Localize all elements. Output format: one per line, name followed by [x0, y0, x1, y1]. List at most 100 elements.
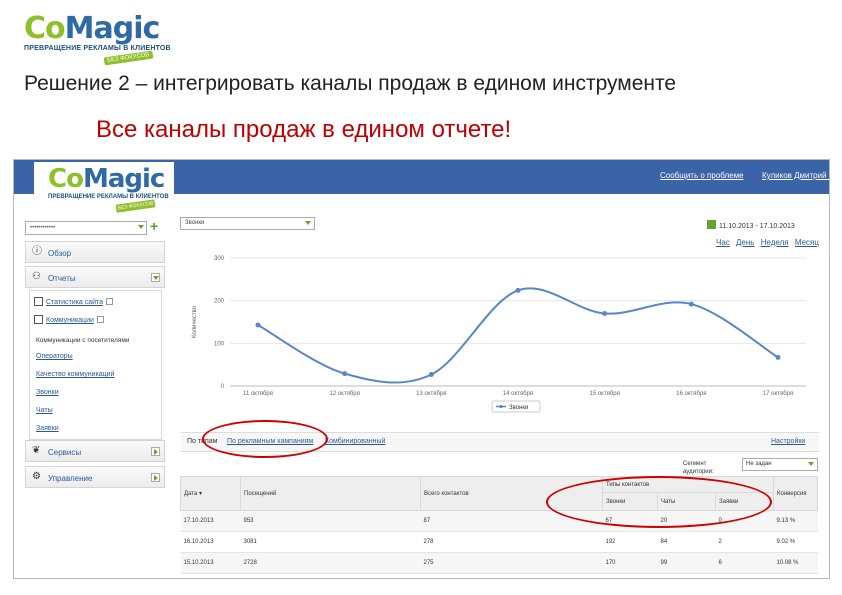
data-point — [428, 371, 434, 377]
date-range-picker[interactable]: 11.10.2013 - 17.10.2013 — [707, 220, 795, 230]
segment-label: Сегмент аудитории: — [683, 460, 714, 476]
submenu-link-chats[interactable]: Чаты — [36, 407, 53, 414]
data-point — [515, 287, 521, 293]
sidebar-item-label: Сервисы — [48, 448, 82, 457]
submenu-link-requests[interactable]: Заявки — [36, 425, 59, 432]
settings-link[interactable]: Настройки — [771, 438, 805, 445]
cell-chats: 20 — [657, 510, 716, 532]
logo-magic: Magic — [64, 11, 161, 46]
metric-select[interactable]: Звонки — [180, 217, 315, 230]
tab-combined[interactable]: Комбинированный — [325, 438, 385, 445]
submenu-site-stats[interactable]: Статистика сайта — [34, 297, 114, 306]
report-problem-link[interactable]: Сообщить о проблеме — [660, 171, 744, 180]
x-tick-label: 11 октября — [243, 391, 273, 397]
user-menu[interactable]: Куликов Дмитрий ▾ — [762, 171, 829, 180]
slide-subtitle: Все каналы продаж в едином отчете! — [96, 116, 512, 143]
col-contact-types: Типы контактов — [602, 476, 774, 493]
slide-logo: CoMagic ПРЕВРАЩЕНИЕ РЕКЛАМЫ В КЛИЕНТОВ Б… — [24, 11, 171, 66]
cell-conversion: 9.02 % — [773, 531, 818, 553]
segment-label-line2: аудитории: — [683, 469, 714, 475]
col-conversion[interactable]: Конверсия — [773, 476, 818, 511]
submenu-link-calls[interactable]: Звонки — [36, 389, 59, 396]
sidebar-item-overview[interactable]: ⓘ Обзор — [25, 241, 165, 263]
y-tick-label: 300 — [214, 256, 225, 262]
reports-submenu: Статистика сайта Коммуникации Коммуникац… — [29, 290, 162, 440]
report-tabs: По типам По рекламным кампаниям Комбинир… — [181, 432, 819, 452]
logo-badge: БЕЗ ФОКУСОВ — [103, 50, 153, 66]
chevron-right-icon[interactable] — [106, 298, 114, 305]
x-tick-label: 15 октября — [590, 391, 620, 397]
cell-conversion: 9.13 % — [773, 510, 818, 532]
cell-total: 275 — [420, 552, 603, 574]
cell-date: 15.10.2013 — [180, 552, 241, 574]
col-calls[interactable]: Звонки — [602, 492, 658, 511]
x-tick-label: 12 октября — [330, 391, 360, 397]
chevron-down-icon — [305, 221, 311, 225]
chevron-right-icon[interactable] — [151, 447, 160, 456]
chevron-down-icon — [808, 462, 814, 466]
cell-date: 16.10.2013 — [180, 531, 241, 553]
col-total-contacts[interactable]: Всего контактов — [420, 476, 603, 511]
report-table: Дата ▾ Посещений Всего контактов Типы ко… — [180, 476, 818, 574]
cell-date: 17.10.2013 — [180, 510, 241, 532]
segment-select-value: Не задан — [746, 461, 772, 467]
sidebar-item-label: Управление — [48, 474, 93, 483]
sidebar-item-reports[interactable]: ⚇ Отчеты — [25, 266, 165, 288]
sidebar: •••••••••••• + ⓘ Обзор ⚇ Отчеты Статисти… — [25, 216, 165, 496]
period-month[interactable]: Месяц — [795, 238, 819, 247]
period-week[interactable]: Неделя — [761, 238, 789, 247]
sidebar-item-services[interactable]: ❦ Сервисы — [25, 440, 165, 462]
site-select[interactable]: •••••••••••• — [25, 221, 147, 235]
tab-by-types[interactable]: По типам — [187, 438, 217, 445]
y-tick-label: 100 — [214, 341, 225, 347]
app-logo[interactable]: CoMagic ПРЕВРАЩЕНИЕ РЕКЛАМЫ В КЛИЕНТОВ Б… — [34, 162, 174, 214]
logo-tagline: ПРЕВРАЩЕНИЕ РЕКЛАМЫ В КЛИЕНТОВ — [24, 45, 171, 52]
chevron-down-icon[interactable] — [96, 316, 104, 323]
metric-select-value: Звонки — [185, 220, 205, 226]
slide-title: Решение 2 – интегрировать каналы продаж … — [24, 72, 677, 95]
logo-co: Co — [24, 11, 66, 46]
tab-by-campaigns[interactable]: По рекламным кампаниям — [227, 438, 313, 445]
cell-visits: 3081 — [240, 531, 421, 553]
stats-icon — [34, 297, 43, 306]
table-row: 17.10.2013 953 87 67 20 0 9.13 % — [180, 510, 818, 532]
cell-calls: 170 — [602, 552, 658, 574]
col-visits[interactable]: Посещений — [240, 476, 421, 511]
gear-icon: ⚙ — [32, 471, 41, 482]
cell-conversion: 10.08 % — [773, 552, 818, 574]
app-screenshot: Сообщить о проблеме Куликов Дмитрий ▾ Co… — [13, 159, 830, 579]
submenu-communications[interactable]: Коммуникации — [34, 315, 104, 324]
cell-total: 87 — [420, 510, 603, 532]
chevron-right-icon[interactable] — [151, 473, 160, 482]
app-logo-badge: БЕЗ ФОКУСОВ — [115, 199, 156, 213]
sidebar-item-management[interactable]: ⚙ Управление — [25, 466, 165, 488]
cell-total: 278 — [420, 531, 603, 553]
period-hour[interactable]: Час — [716, 238, 730, 247]
col-date[interactable]: Дата ▾ — [180, 476, 241, 511]
legend-label: Звонки — [509, 405, 528, 411]
add-site-button[interactable]: + — [150, 219, 158, 233]
calls-line-chart: 0 100 200 300 Количество 11 октября 12 октября… — [192, 256, 806, 413]
y-axis-label: Количество — [192, 305, 198, 338]
x-tick-label: 17 октября — [763, 391, 793, 397]
communications-icon — [34, 315, 43, 324]
x-tick-label: 13 октября — [416, 391, 446, 397]
x-tick-label: 14 октября — [503, 391, 533, 397]
col-chats[interactable]: Чаты — [657, 492, 716, 511]
sidebar-item-label: Отчеты — [48, 274, 76, 283]
date-range-value: 11.10.2013 - 17.10.2013 — [719, 223, 795, 230]
services-icon: ❦ — [32, 445, 41, 456]
col-requests[interactable]: Заявки — [715, 492, 774, 511]
reports-icon: ⚇ — [32, 271, 41, 282]
submenu-link-quality[interactable]: Качество коммуникаций — [36, 371, 115, 378]
legend-swatch-dot — [499, 404, 503, 409]
app-logo-co: Co — [48, 164, 84, 194]
data-point — [342, 371, 348, 377]
expand-icon[interactable] — [151, 273, 160, 282]
cell-visits: 953 — [240, 510, 421, 532]
submenu-link-operators[interactable]: Операторы — [36, 353, 73, 360]
y-tick-label: 0 — [221, 384, 225, 390]
segment-select[interactable]: Не задан — [742, 458, 818, 471]
data-point — [602, 310, 608, 316]
period-day[interactable]: День — [736, 238, 754, 247]
